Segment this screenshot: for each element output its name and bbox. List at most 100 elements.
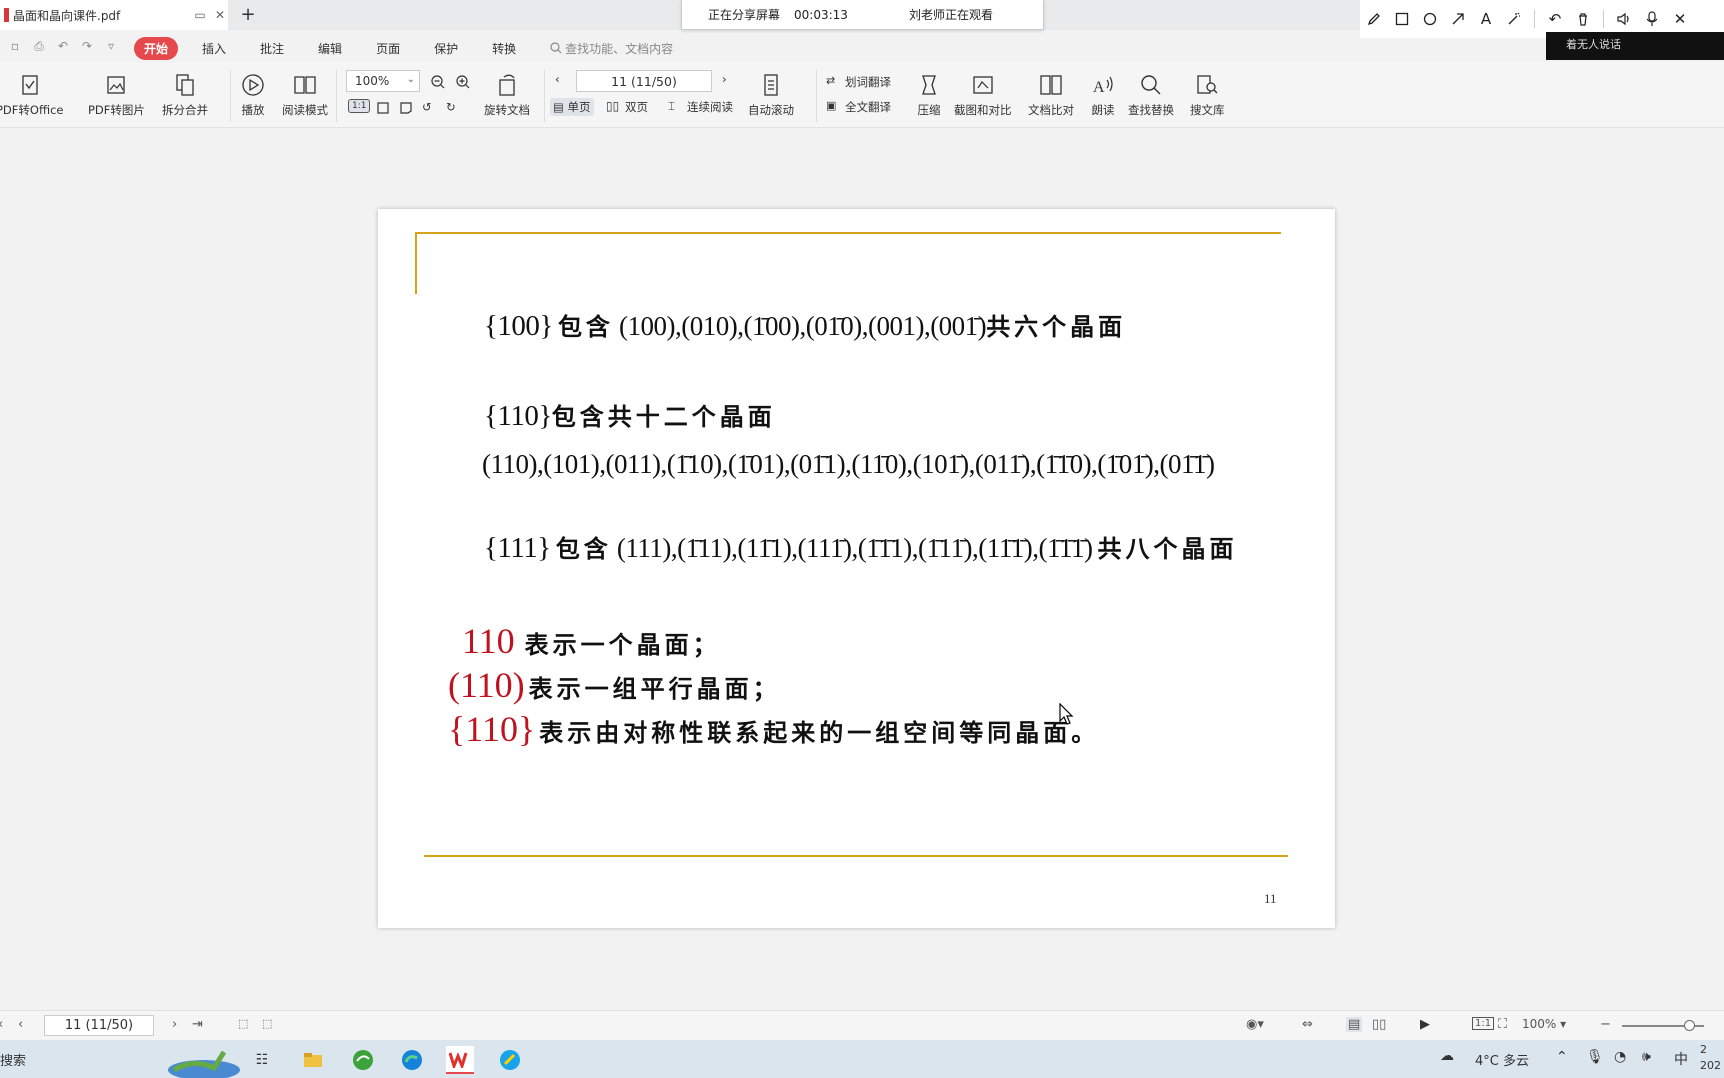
magic-wand-icon[interactable] [1500,5,1528,33]
qq-icon[interactable]: ◔ [1614,1049,1626,1065]
pen-icon[interactable] [1360,5,1388,33]
status-page-input[interactable]: 11 (11/50) [44,1015,154,1036]
pdf-to-image-button[interactable]: PDF转图片 [88,72,145,118]
clock[interactable]: 2 202 [1700,1042,1721,1074]
file-explorer-icon[interactable] [299,1046,327,1074]
planes-111: (111),(1̄11),(11̄1),(111̄),(1̄1̄1),(1̄11… [616,533,1093,563]
fit-width-icon[interactable]: ⇔ [1302,1017,1313,1032]
continuous-icon: ⌶ [668,99,676,113]
close-icon[interactable]: ✕ [1666,5,1694,33]
divider [816,70,817,122]
double-page-button[interactable]: ▯▯ 双页 [606,99,648,115]
prev-page-icon[interactable]: ‹ [18,1017,23,1032]
weather-icon[interactable]: ☁ [1440,1048,1454,1064]
rotate-doc-button[interactable]: 旋转文档 [484,72,530,118]
continuous-read-button[interactable]: ⌶ 连续阅读 [668,99,733,115]
full-translate-button[interactable]: ▣ 全文翻译 [826,99,891,115]
fit-page-icon [377,102,389,114]
tab-insert[interactable]: 插入 [192,37,236,60]
fit-width-button[interactable] [398,100,417,116]
zoom-in-button[interactable] [455,74,474,90]
rectangle-icon[interactable] [1388,5,1416,33]
read-mode-button[interactable]: 阅读模式 [282,72,328,118]
task-view-icon[interactable]: ☷ [248,1046,276,1074]
screenshot-compare-button[interactable]: 截图和对比 [954,72,1012,118]
last-page-icon[interactable]: ⇥ [192,1017,203,1032]
find-replace-button[interactable]: 查找替换 [1128,72,1174,118]
print-icon[interactable]: ⎙ [30,39,48,57]
rotate-right-button[interactable]: ↻ [446,100,465,116]
trash-icon[interactable] [1569,5,1597,33]
feature-search[interactable]: 查找功能、文档内容 [550,40,673,57]
redo-icon[interactable]: ↷ [78,39,96,57]
browser-360-icon[interactable] [349,1046,377,1074]
split-merge-button[interactable]: 拆分合并 [162,72,208,118]
zoom-out-button[interactable] [430,74,449,90]
first-page-icon[interactable]: ‹ [0,1017,3,1032]
doc-compare-button[interactable]: 文档比对 [1028,72,1074,118]
play-button[interactable]: 播放 [240,72,266,118]
compress-button[interactable]: 压缩 [916,72,942,118]
next-page-button[interactable]: › [722,72,727,86]
next-page-icon[interactable]: › [172,1017,177,1032]
zoom-slider-handle[interactable] [1684,1020,1695,1031]
undo-icon[interactable]: ↶ [1541,5,1569,33]
meeting-app-icon[interactable] [496,1046,524,1074]
single-page-button[interactable]: ▤ 单页 [550,98,594,116]
auto-scroll-button[interactable]: 自动滚动 [748,72,794,118]
search-library-button[interactable]: 搜文库 [1190,72,1225,118]
rotate-left-button[interactable]: ↺ [422,100,441,116]
tab-page[interactable]: 页面 [366,37,410,60]
microphone-icon[interactable] [1638,5,1666,33]
prev-page-button[interactable]: ‹ [555,72,560,86]
eye-icon[interactable]: ◉▾ [1246,1017,1264,1032]
double-page-view-icon[interactable]: ▯▯ [1372,1017,1386,1032]
zoom-select[interactable]: 100% ⌄ [346,70,420,92]
ime-indicator[interactable]: 中 [1674,1049,1688,1069]
fit-page-button[interactable] [375,100,394,116]
find-replace-label: 查找替换 [1128,103,1174,117]
search-decoration-image [168,1050,240,1078]
search-library-label: 搜文库 [1190,103,1225,117]
circle-icon[interactable] [1416,5,1444,33]
undo-icon[interactable]: ↶ [54,39,72,57]
edge-browser-icon[interactable] [398,1046,426,1074]
actual-size-icon[interactable]: 1:1 [1472,1017,1495,1030]
text-icon[interactable]: A [1472,5,1500,33]
tab-convert[interactable]: 转换 [482,37,526,60]
back-icon[interactable]: ⬚ [238,1017,248,1030]
arrow-icon[interactable] [1444,5,1472,33]
speaker-icon[interactable] [1610,5,1638,33]
page-number-input[interactable]: 11 (11/50) [576,70,712,92]
single-page-view-icon[interactable]: ▤ [1346,1017,1363,1032]
tab-protect[interactable]: 保护 [424,37,468,60]
word-translate-button[interactable]: ⇄ 划词翻译 [826,74,891,90]
tab-edit[interactable]: 编辑 [308,37,352,60]
line-111-family: {111} 包含 (111),(1̄11),(11̄1),(111̄),(1̄1… [484,529,1238,565]
wps-office-icon[interactable] [446,1046,474,1074]
microphone-icon[interactable]: 🎙 [1586,1049,1604,1065]
status-zoom[interactable]: 100% ▾ [1522,1017,1566,1031]
forward-icon[interactable]: ⬚ [262,1017,272,1030]
screenshot-icon [973,76,993,94]
tray-expand-icon[interactable]: ⌃ [1556,1049,1568,1065]
document-tab[interactable]: 晶面和晶向课件.pdf ▭ ✕ [0,0,228,30]
more-icon[interactable]: ▿ [102,39,120,57]
gold-rule-top [415,232,1281,234]
tab-annotate[interactable]: 批注 [250,37,294,60]
close-tab-icon[interactable]: ✕ [212,7,228,23]
presentation-icon[interactable]: ▶ [1420,1017,1430,1032]
tab-home[interactable]: 开始 [134,36,179,60]
save-icon[interactable]: ▫ [6,39,24,57]
new-tab-button[interactable]: + [238,4,258,25]
screenshot-compare-label: 截图和对比 [954,103,1012,117]
volume-icon[interactable]: 🕪 [1642,1049,1651,1065]
fit-page-icon[interactable]: ⛶ [1498,1017,1507,1032]
actual-size-button[interactable]: 1:1 [348,99,371,113]
read-aloud-button[interactable]: A 朗读 [1090,72,1116,118]
taskbar-search[interactable]: 搜索 [0,1050,26,1069]
weather-text[interactable]: 4°C 多云 [1475,1050,1529,1069]
zoom-out-icon[interactable]: − [1600,1017,1611,1032]
monitor-icon[interactable]: ▭ [192,7,208,23]
pdf-to-office-button[interactable]: PDF转Office [0,72,63,118]
